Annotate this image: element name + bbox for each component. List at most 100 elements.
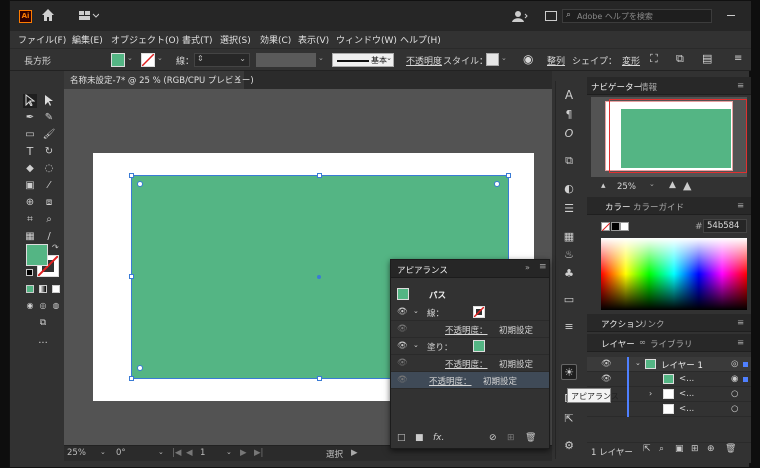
opacity-label[interactable]: 不透明度 <box>406 54 442 67</box>
opacity-label[interactable]: 不透明度： <box>445 358 488 370</box>
appearance-panel-icon[interactable]: ☀ <box>561 364 577 380</box>
fill-attribute-label[interactable]: 塗り： <box>427 341 453 353</box>
menu-effect[interactable]: 効果(C) <box>260 33 291 46</box>
stepper-icon[interactable]: ⇕ <box>197 54 204 63</box>
stroke-swatch[interactable] <box>141 53 155 67</box>
tab-layers[interactable]: レイヤー <box>601 338 635 350</box>
fill-color-box[interactable] <box>26 244 48 266</box>
target-icon[interactable]: ○ <box>731 404 738 414</box>
selection-handle[interactable] <box>129 274 134 279</box>
curvature-tool-icon[interactable]: ✎ <box>42 111 56 125</box>
eraser-tool-icon[interactable]: ◆ <box>23 162 37 176</box>
rotation-dropdown-icon[interactable]: ⌄ <box>158 448 164 456</box>
menu-help[interactable]: ヘルプ(H) <box>400 33 441 46</box>
edit-toolbar-icon[interactable]: ··· <box>36 337 50 351</box>
visibility-eye-icon[interactable]: 👁 <box>397 341 408 351</box>
delete-item-icon[interactable]: 🗑 <box>525 433 536 443</box>
align-label[interactable]: 整列 <box>547 54 565 67</box>
user-account-icon[interactable] <box>512 9 528 23</box>
close-tab-icon[interactable]: × <box>234 74 242 84</box>
transform-label[interactable]: 変形 <box>622 54 640 67</box>
panel-menu-icon[interactable]: ≡ <box>737 318 744 328</box>
rotate-tool-icon[interactable]: ↻ <box>42 145 56 159</box>
layer-row[interactable]: 👁 ⌄ レイヤー 1 ◎ <box>587 357 751 372</box>
menu-select[interactable]: 選択(S) <box>220 33 251 46</box>
rotation-value[interactable]: 0° <box>116 448 126 458</box>
tab-navigator[interactable]: ナビゲーター <box>591 81 642 93</box>
tab-actions[interactable]: アクション <box>601 318 643 330</box>
expand-chevron-icon[interactable]: ⌄ <box>413 307 419 315</box>
zoom-slider-small-icon[interactable]: ▲ <box>669 180 676 190</box>
stroke-attribute-swatch[interactable] <box>473 306 485 318</box>
panel-menu-icon[interactable]: ≡ <box>737 338 744 348</box>
direct-selection-tool-icon[interactable] <box>42 94 56 108</box>
layer-name[interactable]: レイヤー 1 <box>661 359 703 371</box>
paintbrush-tool-icon[interactable]: 🖌 <box>42 128 56 142</box>
navigator-view-box[interactable] <box>609 99 747 173</box>
panel-menu-icon[interactable]: ≡ <box>737 201 744 211</box>
appearance-stroke-opacity-row[interactable]: 👁 不透明度： 初期設定 <box>391 321 549 338</box>
export-panel-icon[interactable]: ⇱ <box>561 411 577 427</box>
sublayer-row[interactable]: <... ○ <box>587 402 751 417</box>
new-layer-icon[interactable]: ⊕ <box>707 444 715 454</box>
new-sublayer-icon[interactable]: ⊞ <box>691 444 699 454</box>
sublayer-row[interactable]: 👁 <... ◉ <box>587 372 751 387</box>
target-icon[interactable]: ◉ <box>731 374 738 384</box>
visibility-eye-icon[interactable]: 👁 <box>397 358 408 368</box>
sublayer-name[interactable]: <... <box>679 404 694 414</box>
help-search-box[interactable]: ⌕ Adobe ヘルプを検索 <box>562 9 712 23</box>
color-swatch-black[interactable] <box>611 222 620 231</box>
sublayer-name[interactable]: <... <box>679 374 694 384</box>
corner-radius-widget[interactable] <box>494 181 500 187</box>
selection-handle[interactable] <box>129 376 134 381</box>
graphic-style-swatch[interactable] <box>486 53 499 66</box>
menu-object[interactable]: オブジェクト(O) <box>111 33 179 46</box>
expand-chevron-icon[interactable]: › <box>649 389 652 398</box>
transform-again-icon[interactable]: ⧉ <box>676 52 684 66</box>
rectangle-tool-icon[interactable]: ▭ <box>23 128 37 142</box>
sublayer-name[interactable]: <... <box>679 389 694 399</box>
next-artboard-icon[interactable]: ▶ <box>240 448 247 458</box>
clipping-mask-icon[interactable]: ▣ <box>675 444 684 454</box>
properties-panel-icon[interactable]: ⚙ <box>561 438 577 454</box>
screen-mode-icon[interactable]: ⧉ <box>36 316 50 330</box>
corner-radius-widget[interactable] <box>137 365 143 371</box>
locate-object-icon[interactable]: ⌕ <box>659 444 664 454</box>
visibility-eye-icon[interactable]: 👁 <box>397 375 408 385</box>
draw-normal-icon[interactable]: ◉ <box>23 299 37 313</box>
gradient-mode-icon[interactable] <box>36 284 50 298</box>
align-panel-icon[interactable]: ☰ <box>561 201 577 217</box>
home-icon[interactable] <box>41 8 55 22</box>
navigator-zoom-value[interactable]: 25% <box>617 182 636 192</box>
add-effect-icon[interactable]: fx. <box>433 433 444 443</box>
pathfinder-panel-icon[interactable]: ◐ <box>561 181 577 197</box>
zoom-out-icon[interactable]: ▴ <box>601 181 606 191</box>
collect-for-export-icon[interactable]: ⇱ <box>643 444 651 454</box>
stroke-panel-icon[interactable]: ≡ <box>561 319 577 335</box>
zoom-dropdown-icon[interactable]: ⌄ <box>649 180 655 188</box>
collapse-panel-icon[interactable]: » <box>525 263 530 272</box>
first-artboard-icon[interactable]: |◀ <box>172 448 181 458</box>
opacity-label[interactable]: 不透明度： <box>445 324 488 336</box>
gradient-tool-icon[interactable]: ▣ <box>23 179 37 193</box>
status-menu-icon[interactable]: ▶ <box>351 448 358 458</box>
hex-input[interactable]: 54b584 <box>703 219 747 233</box>
color-spectrum[interactable] <box>601 238 747 310</box>
appearance-fill-opacity-row[interactable]: 👁 不透明度： 初期設定 <box>391 355 549 372</box>
artboard-dropdown-icon[interactable]: ⌄ <box>226 448 232 456</box>
target-icon[interactable]: ◎ <box>731 359 738 369</box>
appearance-title[interactable]: アピアランス <box>397 264 448 276</box>
appearance-object-opacity-row[interactable]: 👁 不透明度： 初期設定 <box>391 372 549 389</box>
tab-info[interactable]: 情報 <box>640 81 657 93</box>
tab-libraries[interactable]: ライブラリ <box>650 338 693 350</box>
corner-radius-widget[interactable] <box>137 181 143 187</box>
panel-menu-icon[interactable]: ≡ <box>539 262 547 272</box>
none-mode-icon[interactable] <box>49 284 63 298</box>
pencil-tool-icon[interactable]: / <box>42 230 56 244</box>
last-artboard-icon[interactable]: ▶| <box>254 448 263 458</box>
visibility-eye-icon[interactable]: 👁 <box>397 324 408 334</box>
visibility-eye-icon[interactable]: 👁 <box>601 359 612 369</box>
stroke-weight-field[interactable]: ⇕ ⌄ <box>194 53 250 67</box>
minimize-button[interactable] <box>727 15 735 16</box>
clear-appearance-icon[interactable]: ⊘ <box>489 433 497 443</box>
